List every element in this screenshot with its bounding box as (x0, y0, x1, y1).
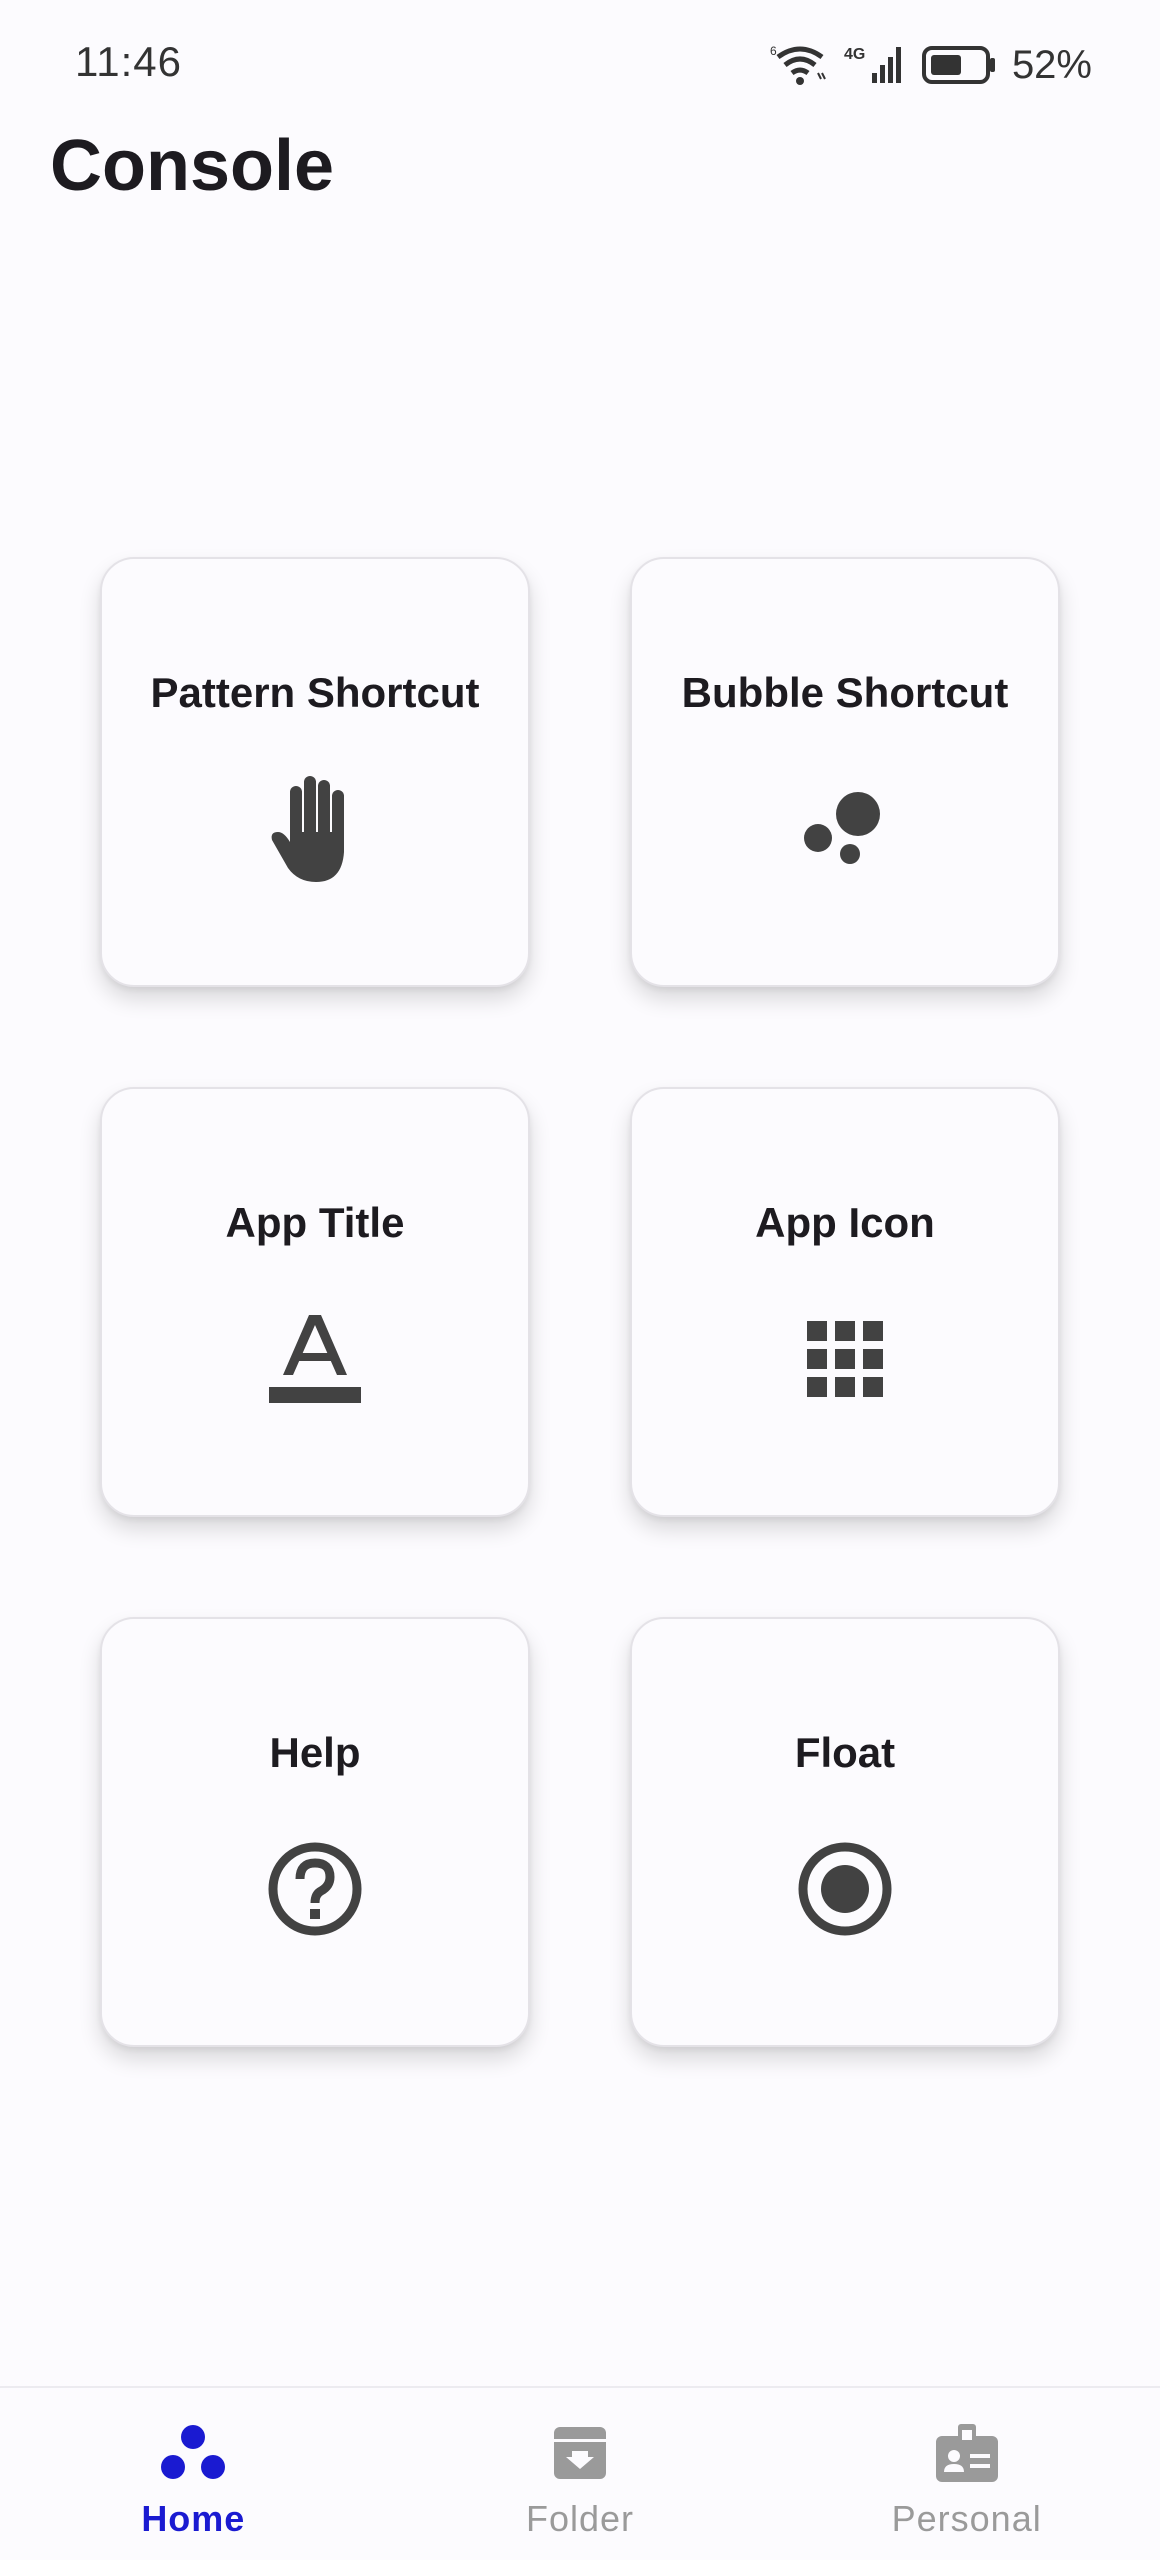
grid-apps-icon (795, 1299, 895, 1419)
hand-icon (265, 769, 365, 889)
card-label: Help (269, 1729, 361, 1776)
card-label: Pattern Shortcut (150, 669, 480, 716)
card-label: App Title (225, 1199, 405, 1246)
svg-text:4G: 4G (844, 46, 865, 63)
app-icon-card[interactable]: App Icon (630, 1087, 1060, 1517)
help-card[interactable]: Help (100, 1617, 530, 2047)
help-icon (265, 1829, 365, 1949)
card-label: App Icon (755, 1199, 935, 1246)
status-time: 11:46 (75, 38, 182, 85)
nav-label: Home (141, 2498, 246, 2539)
svg-text:6: 6 (770, 44, 777, 58)
cellular-signal-icon: 4G (844, 46, 901, 83)
page-title: Console (50, 126, 335, 206)
bubble-shortcut-card[interactable]: Bubble Shortcut (630, 557, 1060, 987)
nav-label: Personal (891, 2498, 1042, 2539)
console-grid: Pattern Shortcut Bubble Shortcut App Tit… (100, 557, 1060, 2047)
battery-percent: 52% (1011, 42, 1092, 87)
card-label: Bubble Shortcut (681, 669, 1009, 716)
badge-icon (932, 2418, 1002, 2488)
home-dots-icon (158, 2418, 228, 2488)
status-icons: 6 4G 52% (770, 40, 1092, 90)
battery-icon (921, 46, 995, 84)
nav-item-folder[interactable]: Folder (387, 2388, 774, 2560)
card-label: Float (794, 1729, 896, 1776)
archive-icon (545, 2418, 615, 2488)
pattern-shortcut-card[interactable]: Pattern Shortcut (100, 557, 530, 987)
text-format-icon (265, 1299, 365, 1419)
radio-button-icon (795, 1829, 895, 1949)
bottom-navigation: Home Folder Personal (0, 2386, 1160, 2560)
status-bar: 11:46 6 4G 52% (0, 0, 1160, 135)
app-title-card[interactable]: App Title (100, 1087, 530, 1517)
wifi-icon: 6 (770, 44, 826, 85)
nav-label: Folder (525, 2498, 635, 2539)
float-card[interactable]: Float (630, 1617, 1060, 2047)
nav-item-personal[interactable]: Personal (773, 2388, 1160, 2560)
nav-item-home[interactable]: Home (0, 2388, 387, 2560)
bubbles-icon (795, 769, 895, 889)
